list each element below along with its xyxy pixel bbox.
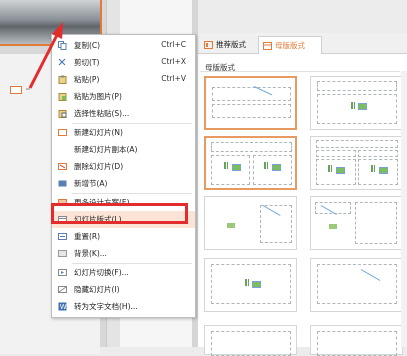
background-icon bbox=[57, 248, 67, 258]
layout-panel-scrollbar[interactable] bbox=[401, 71, 407, 347]
menu-item-delete-slide[interactable]: 删除幻灯片(D) bbox=[52, 158, 195, 175]
menu-item-paste-special[interactable]: 选择性粘贴(S)... bbox=[52, 105, 195, 122]
reset-icon bbox=[57, 231, 67, 241]
menu-item-new-slide[interactable]: 新建幻灯片(N) bbox=[52, 124, 195, 141]
cut-icon bbox=[57, 57, 67, 67]
layout-card-extra-2[interactable] bbox=[310, 325, 403, 356]
layout-card-content-caption[interactable] bbox=[310, 196, 403, 250]
menu-item-convert-to-document[interactable]: W 转为文字文档(H)... bbox=[52, 298, 195, 315]
recommend-icon bbox=[204, 40, 213, 49]
layout-card-title-only-content[interactable] bbox=[204, 258, 297, 312]
delete-slide-icon bbox=[57, 161, 67, 171]
context-menu: 复制(C) Ctrl+C 剪切(T) Ctrl+X 粘贴(P) Ctrl+V 粘… bbox=[51, 34, 196, 318]
transition-icon bbox=[57, 267, 67, 277]
menu-item-cut[interactable]: 剪切(T) Ctrl+X bbox=[52, 54, 195, 71]
menu-item-background[interactable]: 背景(K)... bbox=[52, 245, 195, 262]
highlight-box bbox=[51, 203, 188, 224]
svg-text:W: W bbox=[59, 303, 66, 311]
layout-mini-icon bbox=[10, 86, 22, 94]
to-document-icon: W bbox=[57, 301, 67, 311]
tab-recommended-layouts[interactable]: 推荐版式 bbox=[200, 36, 258, 53]
layout-card-extra-1[interactable] bbox=[204, 325, 297, 356]
tab-label: 推荐版式 bbox=[216, 40, 246, 49]
paste-special-icon bbox=[57, 108, 67, 118]
menu-item-paste-as-image[interactable]: 粘贴为图片(P) bbox=[52, 88, 195, 105]
menu-item-hide-slide[interactable]: 隐藏幻灯片(I) bbox=[52, 281, 195, 298]
menu-item-copy[interactable]: 复制(C) Ctrl+C bbox=[52, 37, 195, 54]
master-icon bbox=[263, 41, 272, 50]
paste-image-icon bbox=[57, 91, 67, 101]
menu-item-slide-transition[interactable]: 幻灯片切换(F)... bbox=[52, 264, 195, 281]
menu-item-reset[interactable]: 重置(R) bbox=[52, 228, 195, 245]
new-section-icon bbox=[57, 178, 67, 188]
copy-icon bbox=[57, 40, 67, 50]
new-slide-icon bbox=[57, 127, 67, 137]
tab-label: 母版版式 bbox=[275, 41, 305, 50]
layout-card-two-content[interactable] bbox=[204, 136, 297, 190]
layout-card-comparison[interactable] bbox=[310, 136, 403, 190]
tab-master-layouts[interactable]: 母版版式 bbox=[258, 36, 322, 54]
layout-card-blank-title[interactable] bbox=[310, 258, 403, 312]
layout-card-picture-caption[interactable] bbox=[204, 196, 297, 250]
menu-item-new-section[interactable]: 新增节(A) bbox=[52, 175, 195, 192]
paste-icon bbox=[57, 74, 67, 84]
menu-item-duplicate-slide[interactable]: 新建幻灯片副本(A) bbox=[52, 141, 195, 158]
layout-card-title-content[interactable] bbox=[310, 76, 403, 130]
mini-dot bbox=[26, 88, 30, 90]
layout-card-title[interactable] bbox=[204, 76, 297, 130]
menu-item-paste[interactable]: 粘贴(P) Ctrl+V bbox=[52, 71, 195, 88]
hide-slide-icon bbox=[57, 284, 67, 294]
section-divider bbox=[200, 71, 400, 72]
layout-tab-bar: 推荐版式 母版版式 bbox=[198, 33, 407, 54]
